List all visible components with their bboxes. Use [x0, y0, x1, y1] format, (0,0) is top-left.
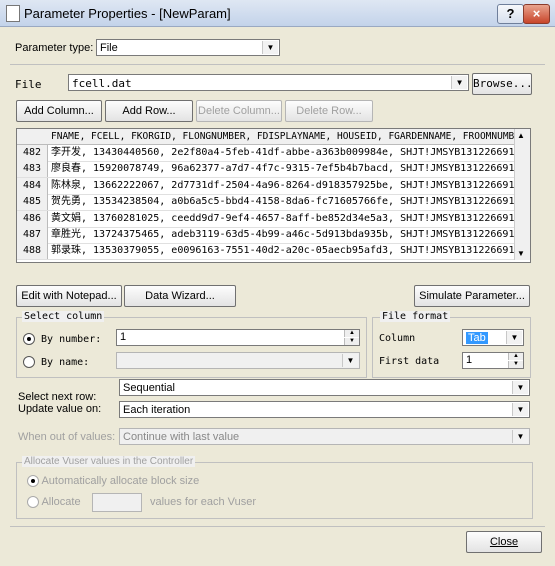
row-number: 483: [17, 161, 48, 178]
title-bar: Parameter Properties - [NewParam] ? ×: [0, 0, 555, 27]
radio-by-number[interactable]: [23, 333, 35, 345]
radio-auto-allocate[interactable]: [27, 475, 39, 488]
select-column-legend: Select column: [22, 311, 105, 322]
table-row[interactable]: 483 廖良春, 15920078749, 96a62377-a7d7-4f7c-…: [17, 161, 514, 179]
row-text: 章胜光, 13724375465, adeb3119-63d5-4b99-a46…: [51, 229, 514, 240]
table-row[interactable]: 488 郭录珠, 13530379055, e0096163-7551-40d2-…: [17, 243, 514, 261]
update-value-value: Each iteration: [123, 404, 191, 416]
help-button[interactable]: ?: [497, 4, 524, 24]
by-name-option[interactable]: By name:: [23, 356, 89, 368]
auto-allocate-option[interactable]: Automatically allocate block size: [27, 475, 200, 488]
window-title: Parameter Properties - [NewParam]: [24, 6, 231, 21]
select-next-row-select[interactable]: Sequential ▼: [119, 379, 530, 396]
table-row[interactable]: 486 黄文娟, 13760281025, ceedd9d7-9ef4-4657-…: [17, 210, 514, 228]
spin-down-icon[interactable]: ▼: [508, 361, 523, 368]
column-format-select[interactable]: Tab ▼: [462, 329, 524, 346]
grid-scrollbar[interactable]: ▲ ▼: [514, 129, 530, 260]
first-data-input[interactable]: 1 ▲ ▼: [462, 352, 524, 369]
by-name-label: By name:: [41, 357, 90, 368]
edit-with-notepad-button[interactable]: Edit with Notepad...: [16, 285, 122, 307]
file-label: File: [15, 78, 42, 91]
column-format-value: Tab: [466, 332, 488, 344]
add-column-button[interactable]: Add Column...: [16, 100, 102, 122]
out-of-values-label: When out of values:: [18, 431, 116, 443]
row-text: 郭录珠, 13530379055, e0096163-7551-40d2-a20…: [51, 245, 514, 257]
table-row[interactable]: 485 贺先勇, 13534238504, a0b6a5c5-bbd4-4158-…: [17, 194, 514, 212]
file-path-value: fcell.dat: [72, 77, 132, 90]
spin-up-icon[interactable]: ▲: [508, 353, 523, 360]
row-number: 487: [17, 227, 48, 243]
chevron-down-icon: ▼: [512, 381, 528, 394]
by-number-input[interactable]: 1 ▲ ▼: [116, 329, 360, 346]
table-row[interactable]: 482 李开发, 13430440560, 2e2f80a4-5feb-41df-…: [17, 145, 514, 162]
row-number: 484: [17, 177, 48, 194]
by-number-option[interactable]: By number:: [23, 333, 101, 345]
parameter-type-select[interactable]: File ▼: [96, 39, 280, 56]
delete-row-button[interactable]: Delete Row...: [285, 100, 373, 122]
add-row-button[interactable]: Add Row...: [105, 100, 193, 122]
chevron-down-icon: ▼: [342, 354, 358, 367]
allocate-legend: Allocate Vuser values in the Controller: [22, 456, 196, 467]
radio-manual-allocate[interactable]: [27, 496, 39, 509]
simulate-parameter-button[interactable]: Simulate Parameter...: [414, 285, 530, 307]
row-number: 485: [17, 194, 48, 211]
out-of-values-select[interactable]: Continue with last value ▼: [119, 428, 530, 445]
row-number: 482: [17, 145, 48, 161]
manual-allocate-label: Allocate: [41, 496, 81, 508]
select-next-row-label: Select next row:: [18, 391, 97, 403]
data-grid[interactable]: FNAME, FCELL, FKORGID, FLONGNUMBER, FDIS…: [16, 128, 531, 263]
row-text: 贺先勇, 13534238504, a0b6a5c5-bbd4-4158-8da…: [51, 196, 514, 208]
radio-by-name[interactable]: [23, 356, 35, 368]
chevron-down-icon: ▼: [262, 41, 278, 54]
file-path-select[interactable]: fcell.dat ▼: [68, 74, 469, 91]
update-value-select[interactable]: Each iteration ▼: [119, 401, 530, 418]
spin-up-icon[interactable]: ▲: [344, 330, 359, 337]
delete-column-button[interactable]: Delete Column...: [196, 100, 282, 122]
chevron-down-icon: ▼: [512, 403, 528, 416]
row-text: 廖良春, 15920078749, 96a62377-a7d7-4f7c-931…: [51, 163, 514, 175]
parameter-type-value: File: [100, 42, 118, 54]
table-row[interactable]: 484 陈林泉, 13662222067, 2d7731df-2504-4a96-…: [17, 177, 514, 195]
manual-allocate-option[interactable]: Allocate: [27, 496, 81, 509]
grid-header: FNAME, FCELL, FKORGID, FLONGNUMBER, FDIS…: [17, 129, 514, 145]
chevron-down-icon: ▼: [512, 430, 528, 443]
auto-allocate-label: Automatically allocate block size: [41, 475, 200, 487]
file-format-legend: File format: [380, 311, 451, 322]
table-row[interactable]: 487 章胜光, 13724375465, adeb3119-63d5-4b99-…: [17, 227, 514, 244]
chevron-down-icon: ▼: [506, 331, 522, 344]
row-text: 黄文娟, 13760281025, ceedd9d7-9ef4-4657-8af…: [51, 212, 514, 224]
divider: [10, 526, 545, 527]
document-icon: [6, 5, 20, 22]
row-number: 486: [17, 210, 48, 227]
by-number-value: 1: [120, 331, 127, 343]
row-text: 陈林泉, 13662222067, 2d7731df-2504-4a96-826…: [51, 179, 514, 191]
by-number-label: By number:: [41, 334, 102, 345]
data-wizard-button[interactable]: Data Wizard...: [124, 285, 236, 307]
select-next-row-value: Sequential: [123, 382, 175, 394]
grid-header-text: FNAME, FCELL, FKORGID, FLONGNUMBER, FDIS…: [51, 131, 514, 142]
spin-down-icon[interactable]: ▼: [344, 338, 359, 345]
column-label: Column: [379, 333, 416, 344]
browse-button[interactable]: Browse...: [472, 73, 533, 95]
divider: [10, 64, 545, 65]
update-value-label: Update value on:: [18, 403, 102, 415]
first-data-value: 1: [466, 354, 473, 366]
first-data-label: First data: [379, 356, 440, 367]
allocate-count-input[interactable]: [92, 493, 142, 512]
allocate-suffix-label: values for each Vuser: [150, 496, 256, 508]
row-number: 488: [17, 243, 48, 260]
by-name-select[interactable]: ▼: [116, 352, 360, 369]
parameter-type-label: Parameter type:: [15, 42, 94, 54]
row-text: 李开发, 13430440560, 2e2f80a4-5feb-41df-abb…: [51, 147, 514, 158]
scroll-up-icon[interactable]: ▲: [517, 131, 525, 140]
close-button[interactable]: Close: [466, 531, 542, 553]
out-of-values-value: Continue with last value: [123, 431, 240, 443]
close-icon[interactable]: ×: [523, 4, 550, 24]
scroll-down-icon[interactable]: ▼: [517, 249, 525, 258]
chevron-down-icon: ▼: [451, 76, 467, 89]
